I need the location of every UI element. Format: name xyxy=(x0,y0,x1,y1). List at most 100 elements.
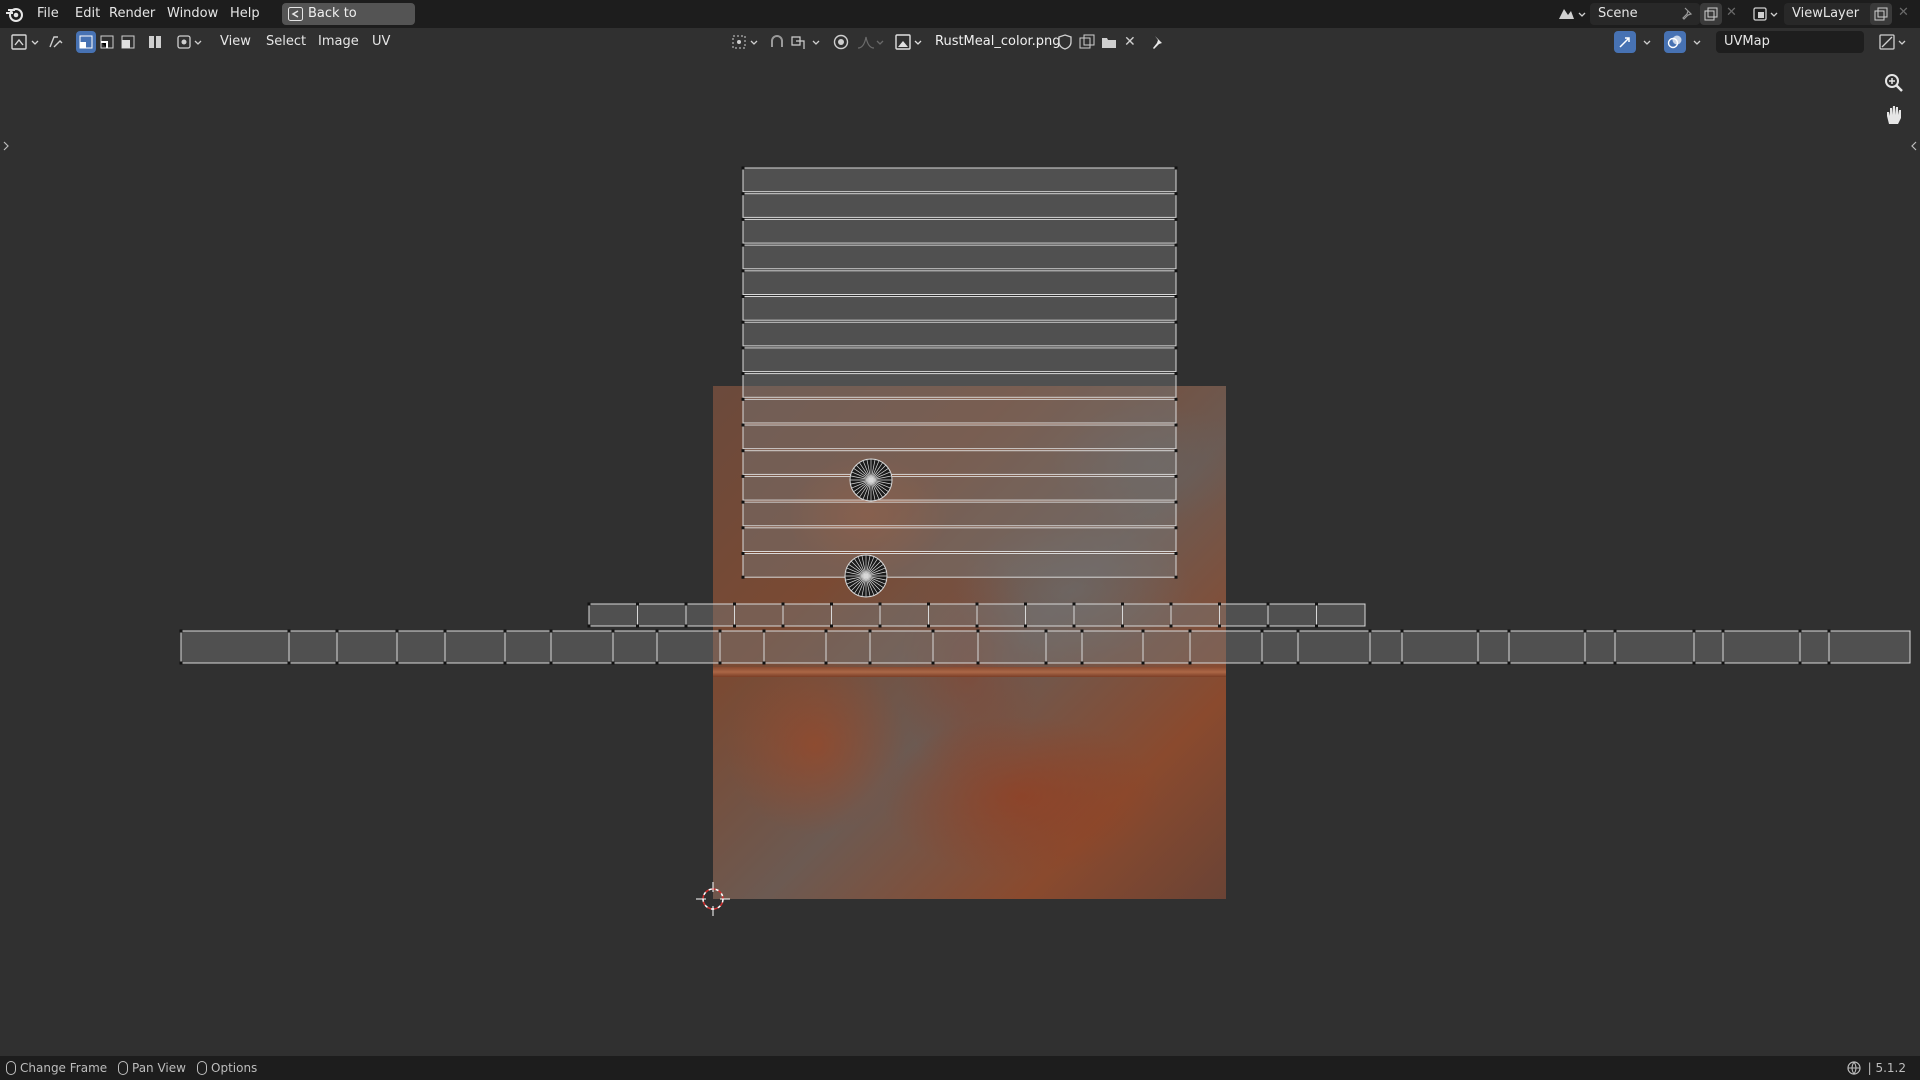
uv-vertex[interactable] xyxy=(587,624,591,628)
uv-face[interactable] xyxy=(1584,630,1616,664)
uv-strip-stack[interactable] xyxy=(741,166,1178,579)
uv-face[interactable] xyxy=(742,270,1177,296)
uv-face[interactable] xyxy=(742,321,1177,347)
overlay-dropdown-icon[interactable] xyxy=(1690,33,1706,51)
uv-vertex[interactable] xyxy=(1044,629,1048,633)
menu-file[interactable]: File xyxy=(32,4,64,24)
uv-vertex[interactable] xyxy=(1476,629,1480,633)
scene-pin-icon[interactable] xyxy=(1680,6,1694,22)
uv-face[interactable] xyxy=(1189,630,1263,664)
uv-vertex[interactable] xyxy=(781,624,785,628)
uv-face[interactable] xyxy=(637,603,687,627)
uv-face[interactable] xyxy=(782,603,832,627)
uv-vertex[interactable] xyxy=(1583,629,1587,633)
uv-vertex[interactable] xyxy=(549,661,553,665)
uv-face[interactable] xyxy=(550,630,614,664)
uv-vertex[interactable] xyxy=(1798,661,1802,665)
uv-vertex[interactable] xyxy=(1174,269,1178,273)
uv-vertex[interactable] xyxy=(1072,624,1076,628)
uv-vertex[interactable] xyxy=(549,629,553,633)
uv-vertex[interactable] xyxy=(1613,661,1617,665)
uv-face[interactable] xyxy=(742,475,1177,501)
uv-vertex[interactable] xyxy=(655,661,659,665)
uv-vertex[interactable] xyxy=(741,320,745,324)
edge-select-mode-button[interactable] xyxy=(97,31,117,53)
uv-vertex[interactable] xyxy=(1266,602,1270,606)
snap-target-icon[interactable] xyxy=(790,33,824,51)
pin-icon[interactable] xyxy=(1148,33,1166,51)
uv-face[interactable] xyxy=(976,603,1026,627)
uv-vertex[interactable] xyxy=(976,661,980,665)
uv-vertex[interactable] xyxy=(1260,629,1264,633)
uv-vertex[interactable] xyxy=(1296,661,1300,665)
uv-vertex[interactable] xyxy=(1080,629,1084,633)
uv-face[interactable] xyxy=(504,630,552,664)
uv-vertex[interactable] xyxy=(1507,661,1511,665)
uv-face[interactable] xyxy=(1081,630,1144,664)
uv-vertex[interactable] xyxy=(830,624,833,628)
vertex-select-mode-button[interactable] xyxy=(76,31,96,53)
proportional-falloff-icon[interactable] xyxy=(856,33,886,51)
menu-help[interactable]: Help xyxy=(225,4,265,24)
uv-vertex[interactable] xyxy=(1141,661,1145,665)
uv-vertex[interactable] xyxy=(1692,661,1696,665)
uv-vertex[interactable] xyxy=(1174,192,1178,196)
uv-vertex[interactable] xyxy=(1174,449,1178,453)
uv-vertex[interactable] xyxy=(503,629,507,633)
uv-vertex[interactable] xyxy=(741,526,745,530)
uv-vertex[interactable] xyxy=(1121,602,1124,606)
display-channels-icon[interactable] xyxy=(1878,33,1910,51)
uv-face[interactable] xyxy=(977,630,1047,664)
uv-vertex[interactable] xyxy=(1721,661,1725,665)
menu-uv[interactable]: UV xyxy=(368,32,394,52)
uv-face[interactable] xyxy=(685,603,735,627)
uv-vertex[interactable] xyxy=(1583,661,1587,665)
uv-vertex[interactable] xyxy=(1721,629,1725,633)
uv-vertex[interactable] xyxy=(975,602,979,606)
uv-vertex[interactable] xyxy=(1218,624,1221,628)
menu-edit[interactable]: Edit xyxy=(70,4,105,24)
uv-vertex[interactable] xyxy=(878,602,882,606)
uv-vertex[interactable] xyxy=(1260,661,1264,665)
uv-vertex[interactable] xyxy=(1368,661,1372,665)
uv-face[interactable] xyxy=(1261,630,1299,664)
uv-vertex[interactable] xyxy=(1296,629,1300,633)
scene-icon[interactable] xyxy=(1556,5,1586,23)
2d-cursor-icon[interactable] xyxy=(696,882,730,916)
uv-vertex[interactable] xyxy=(179,661,183,665)
uv-face[interactable] xyxy=(656,630,721,664)
uv-vertex[interactable] xyxy=(1266,624,1270,628)
uv-face[interactable] xyxy=(742,398,1177,424)
uv-sync-icon[interactable] xyxy=(46,33,66,51)
uv-vertex[interactable] xyxy=(1174,397,1178,401)
uv-layout-overlay[interactable] xyxy=(0,56,1920,1056)
uv-face[interactable] xyxy=(1693,630,1724,664)
uv-middle-row[interactable] xyxy=(587,602,1366,628)
overlay-toggle-button[interactable] xyxy=(1664,31,1686,53)
uv-vertex[interactable] xyxy=(741,397,745,401)
snap-icon[interactable] xyxy=(768,33,786,51)
uv-vertex[interactable] xyxy=(718,661,722,665)
uv-vertex[interactable] xyxy=(287,661,291,665)
uv-map-selector[interactable]: UVMap xyxy=(1716,31,1864,53)
view-layer-field[interactable]: ViewLayer xyxy=(1784,3,1882,25)
uv-long-row[interactable] xyxy=(179,629,1911,665)
uv-vertex[interactable] xyxy=(741,243,745,247)
uv-vertex[interactable] xyxy=(1174,346,1178,350)
uv-vertex[interactable] xyxy=(1174,320,1178,324)
uv-vertex[interactable] xyxy=(718,629,722,633)
uv-vertex[interactable] xyxy=(1315,602,1318,606)
uv-vertex[interactable] xyxy=(927,602,930,606)
toolbar-expand-icon[interactable] xyxy=(2,140,10,152)
uv-vertex[interactable] xyxy=(1174,474,1178,478)
uv-vertex[interactable] xyxy=(335,661,339,665)
gizmo-dropdown-icon[interactable] xyxy=(1640,33,1656,51)
uv-vertex[interactable] xyxy=(741,269,745,273)
uv-vertex[interactable] xyxy=(1507,629,1511,633)
uv-face[interactable] xyxy=(742,553,1177,578)
uv-vertex[interactable] xyxy=(1174,575,1178,579)
uv-face[interactable] xyxy=(1401,630,1479,664)
uv-vertex[interactable] xyxy=(1174,243,1178,247)
uv-vertex[interactable] xyxy=(1174,166,1178,170)
uv-face[interactable] xyxy=(1142,630,1191,664)
